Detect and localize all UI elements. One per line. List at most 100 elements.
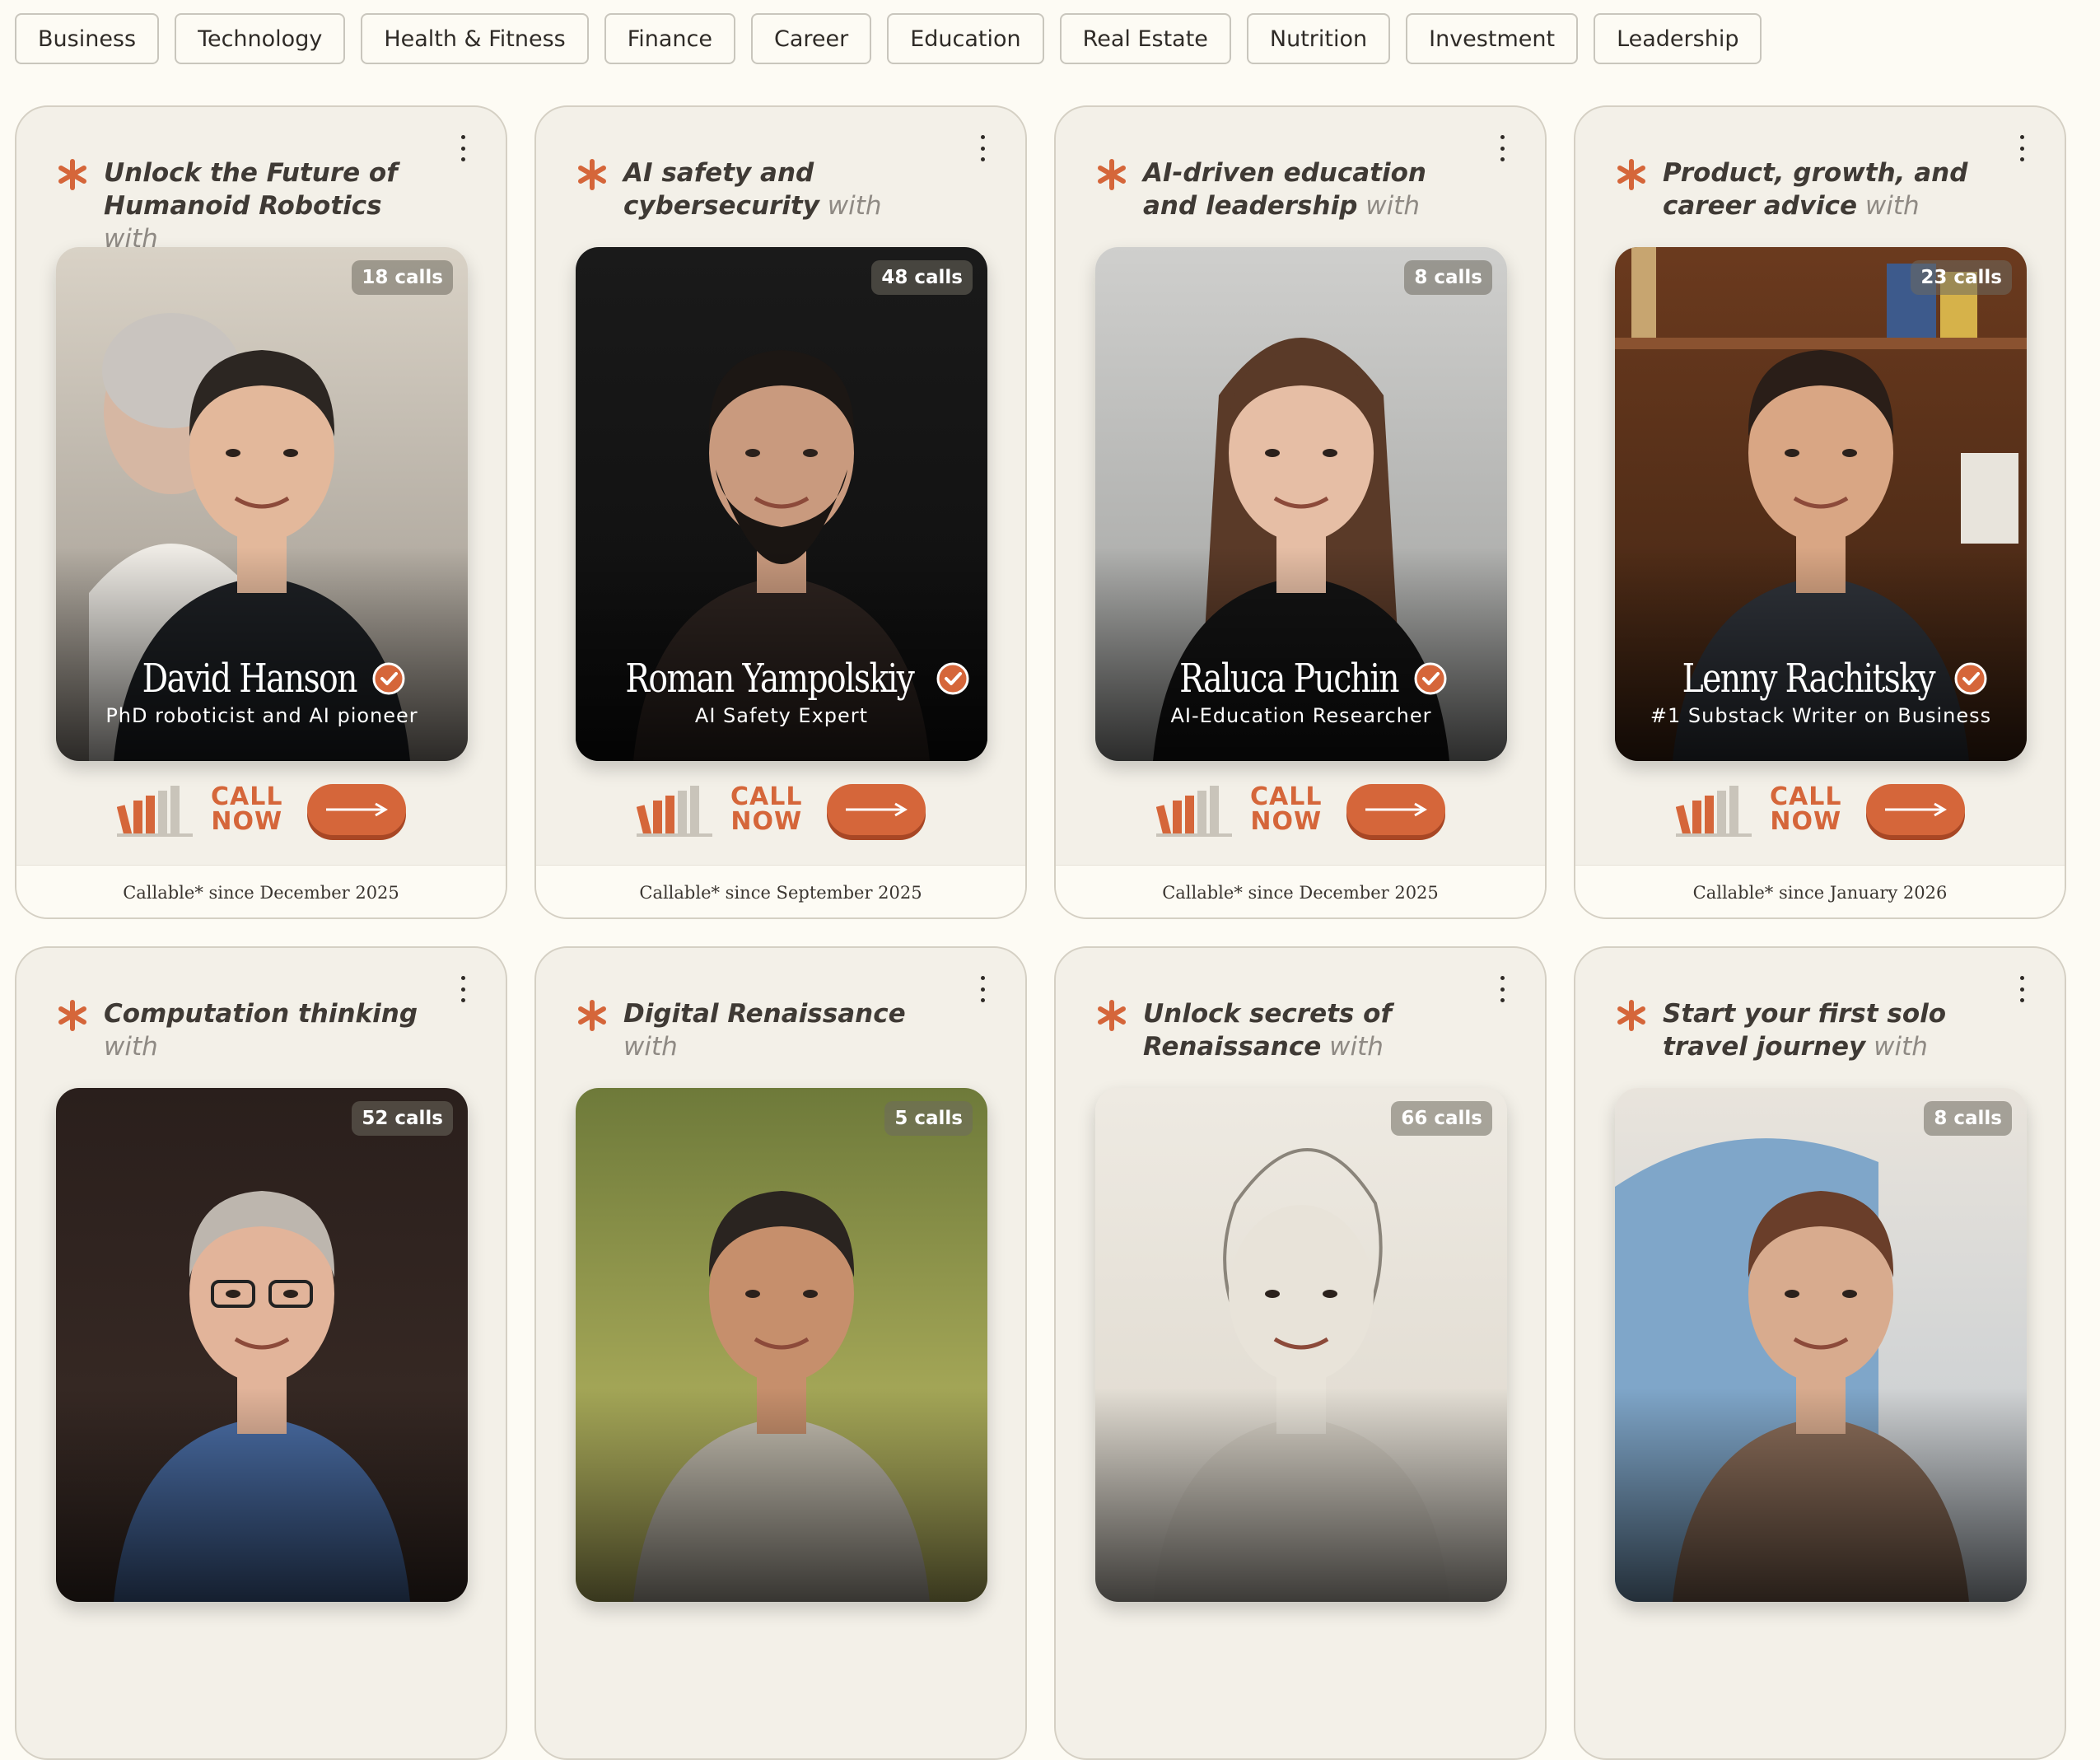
- photo-gradient: [1615, 1388, 2027, 1602]
- asterisk-icon: [578, 159, 606, 190]
- callable-since: Callable* since January 2026: [1575, 865, 2065, 917]
- card-title-row: Product, growth, and career advice with: [1615, 156, 2002, 222]
- expert-card[interactable]: Unlock secrets of Renaissance with 66 ca…: [1054, 946, 1547, 1760]
- expert-card[interactable]: Computation thinking with 52 calls: [15, 946, 507, 1760]
- expert-photo[interactable]: 18 calls David Hanson PhD roboticist and…: [56, 247, 468, 761]
- arrow-right-icon: [1885, 802, 1948, 817]
- calls-count-badge: 66 calls: [1391, 1101, 1492, 1136]
- expert-photo[interactable]: 52 calls: [56, 1088, 468, 1602]
- expert-role: AI-Education Researcher: [1170, 704, 1432, 727]
- card-title: AI-driven education and leadership with: [1143, 156, 1482, 222]
- verified-badge-icon: [1954, 662, 1987, 695]
- expert-card[interactable]: Product, growth, and career advice with …: [1574, 105, 2066, 919]
- call-label-line1: CALL: [211, 782, 283, 811]
- expert-card[interactable]: Unlock the Future of Humanoid Robotics w…: [15, 105, 507, 919]
- more-options-icon[interactable]: [453, 976, 473, 1002]
- photo-gradient: [1615, 547, 2027, 761]
- calls-count-badge: 48 calls: [871, 260, 973, 295]
- bookshelf-icon: [1676, 786, 1752, 837]
- card-topic: Computation thinking: [104, 999, 418, 1029]
- card-title-suffix: with: [1357, 191, 1421, 221]
- card-title-suffix: with: [104, 1032, 158, 1062]
- expert-card[interactable]: Digital Renaissance with 5 calls: [534, 946, 1027, 1760]
- expert-role: AI Safety Expert: [694, 704, 869, 727]
- calls-count-badge: 8 calls: [1924, 1101, 2012, 1136]
- call-now-label[interactable]: CALL NOW: [1770, 785, 1841, 834]
- card-title-suffix: with: [1321, 1032, 1384, 1062]
- call-now-button[interactable]: [827, 784, 926, 835]
- arrow-right-icon: [846, 802, 908, 817]
- more-options-icon[interactable]: [453, 135, 473, 161]
- asterisk-icon: [58, 1000, 86, 1031]
- asterisk-icon: [1098, 159, 1126, 190]
- verified-badge-icon: [372, 662, 405, 695]
- more-options-icon[interactable]: [1492, 976, 1512, 1002]
- expert-photo[interactable]: 5 calls: [576, 1088, 987, 1602]
- call-now-button[interactable]: [1346, 784, 1446, 835]
- asterisk-icon: [578, 1000, 606, 1031]
- expert-card[interactable]: AI safety and cybersecurity with 48 call…: [534, 105, 1027, 919]
- expert-name: Roman Yampolskiy: [625, 656, 914, 702]
- card-title: Computation thinking with: [104, 997, 443, 1063]
- expert-name-row: Lenny Rachitsky: [1615, 656, 2027, 702]
- card-title-row: Unlock the Future of Humanoid Robotics w…: [56, 156, 443, 255]
- card-title: AI safety and cybersecurity with: [623, 156, 963, 222]
- card-title-row: AI-driven education and leadership with: [1095, 156, 1482, 222]
- photo-gradient: [576, 1388, 987, 1602]
- photo-gradient: [1095, 1388, 1507, 1602]
- asterisk-icon: [1617, 1000, 1645, 1031]
- more-options-icon[interactable]: [973, 976, 992, 1002]
- card-title-row: Unlock secrets of Renaissance with: [1095, 997, 1482, 1063]
- expert-role: #1 Substack Writer on Business: [1650, 704, 1992, 727]
- expert-photo[interactable]: 23 calls Lenny Rachitsky #1 Substack Wri…: [1615, 247, 2027, 761]
- call-now-button[interactable]: [307, 784, 407, 835]
- call-now-row: CALL NOW: [637, 782, 926, 837]
- call-now-row: CALL NOW: [117, 782, 407, 837]
- photo-gradient: [56, 547, 468, 761]
- calls-count-badge: 52 calls: [352, 1101, 453, 1136]
- more-options-icon[interactable]: [2012, 976, 2032, 1002]
- card-title-row: Computation thinking with: [56, 997, 443, 1063]
- expert-card[interactable]: AI-driven education and leadership with …: [1054, 105, 1547, 919]
- card-topic: Digital Renaissance: [623, 999, 906, 1029]
- more-options-icon[interactable]: [1492, 135, 1512, 161]
- call-label-line1: CALL: [730, 782, 803, 811]
- call-now-label[interactable]: CALL NOW: [211, 785, 282, 834]
- expert-photo[interactable]: 66 calls: [1095, 1088, 1507, 1602]
- calls-count-badge: 5 calls: [884, 1101, 973, 1136]
- card-title-suffix: with: [1865, 1032, 1928, 1062]
- card-topic: Unlock the Future of Humanoid Robotics: [104, 158, 398, 221]
- call-now-row: CALL NOW: [1156, 782, 1446, 837]
- card-title: Unlock the Future of Humanoid Robotics w…: [104, 156, 443, 255]
- more-options-icon[interactable]: [973, 135, 992, 161]
- expert-photo[interactable]: 8 calls: [1615, 1088, 2027, 1602]
- asterisk-icon: [58, 159, 86, 190]
- expert-photo[interactable]: 48 calls Roman Yampolskiy AI Safety Expe…: [576, 247, 987, 761]
- verified-badge-icon: [1414, 662, 1447, 695]
- call-label-line2: NOW: [730, 807, 803, 836]
- call-now-row: CALL NOW: [1676, 782, 1966, 837]
- expert-card[interactable]: Start your first solo travel journey wit…: [1574, 946, 2066, 1760]
- calls-count-badge: 18 calls: [352, 260, 453, 295]
- call-label-line1: CALL: [1250, 782, 1323, 811]
- bookshelf-icon: [637, 786, 712, 837]
- call-now-button[interactable]: [1866, 784, 1966, 835]
- call-now-label[interactable]: CALL NOW: [730, 785, 802, 834]
- card-title-suffix: with: [623, 1032, 678, 1062]
- calls-count-badge: 8 calls: [1404, 260, 1492, 295]
- card-topic: AI safety and cybersecurity: [623, 158, 819, 221]
- call-now-label[interactable]: CALL NOW: [1250, 785, 1322, 834]
- card-title: Product, growth, and career advice with: [1663, 156, 2002, 222]
- card-title-row: Digital Renaissance with: [576, 997, 963, 1063]
- more-options-icon[interactable]: [2012, 135, 2032, 161]
- asterisk-icon: [1098, 1000, 1126, 1031]
- expert-name-row: David Hanson: [56, 656, 468, 702]
- arrow-right-icon: [1365, 802, 1428, 817]
- bookshelf-icon: [1156, 786, 1232, 837]
- call-label-line2: NOW: [1770, 807, 1842, 836]
- photo-gradient: [56, 1388, 468, 1602]
- arrow-right-icon: [326, 802, 389, 817]
- card-title: Unlock secrets of Renaissance with: [1143, 997, 1482, 1063]
- expert-photo[interactable]: 8 calls Raluca Puchin AI-Education Resea…: [1095, 247, 1507, 761]
- bookshelf-icon: [117, 786, 193, 837]
